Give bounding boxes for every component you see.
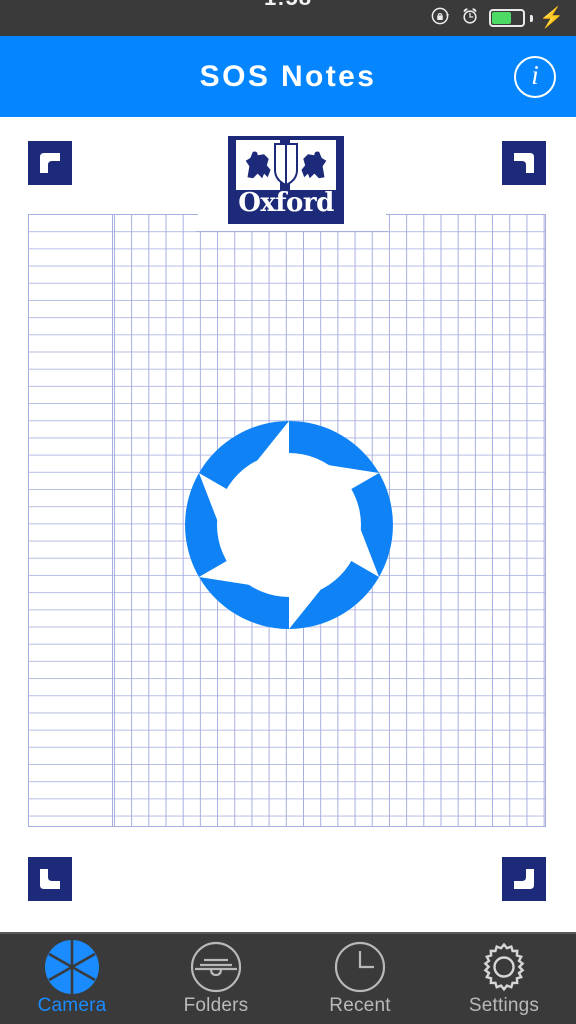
gear-icon <box>477 942 531 992</box>
charging-bolt-icon: ⚡ <box>539 7 564 29</box>
status-bar: 1:58 ⚡ <box>0 0 576 36</box>
corner-marker-top-left <box>28 141 72 185</box>
oxford-logo: Oxford <box>226 134 346 226</box>
tab-label-folders: Folders <box>183 994 249 1016</box>
corner-marker-bottom-right <box>502 857 546 901</box>
corner-marker-bottom-left <box>28 857 72 901</box>
alarm-clock-icon <box>460 6 480 31</box>
tab-label-settings: Settings <box>468 994 540 1016</box>
aperture-shutter-overlay[interactable] <box>183 419 395 631</box>
tab-recent[interactable]: Recent <box>288 934 432 1024</box>
tab-label-camera: Camera <box>37 994 107 1016</box>
camera-scan-area[interactable]: Oxford <box>0 117 576 932</box>
page-title: SOS Notes <box>199 60 377 93</box>
corner-marker-top-right <box>502 141 546 185</box>
tab-camera[interactable]: Camera <box>0 934 144 1024</box>
tab-folders[interactable]: Folders <box>144 934 288 1024</box>
svg-text:Oxford: Oxford <box>238 188 334 218</box>
tab-label-recent: Recent <box>329 994 391 1016</box>
battery-icon <box>489 9 534 28</box>
clock-icon <box>333 941 387 992</box>
bottom-tab-bar: Camera Folders Recent Settings <box>0 932 576 1024</box>
tab-settings[interactable]: Settings <box>432 934 576 1024</box>
info-icon-label: i <box>531 60 539 90</box>
status-bar-icons: ⚡ <box>431 0 564 36</box>
aperture-icon <box>42 939 102 994</box>
folders-icon <box>189 941 243 992</box>
grid-margin-column <box>28 214 113 827</box>
info-button[interactable]: i <box>514 55 556 98</box>
app-header: SOS Notes i <box>0 36 576 117</box>
rotation-lock-icon <box>431 6 451 31</box>
